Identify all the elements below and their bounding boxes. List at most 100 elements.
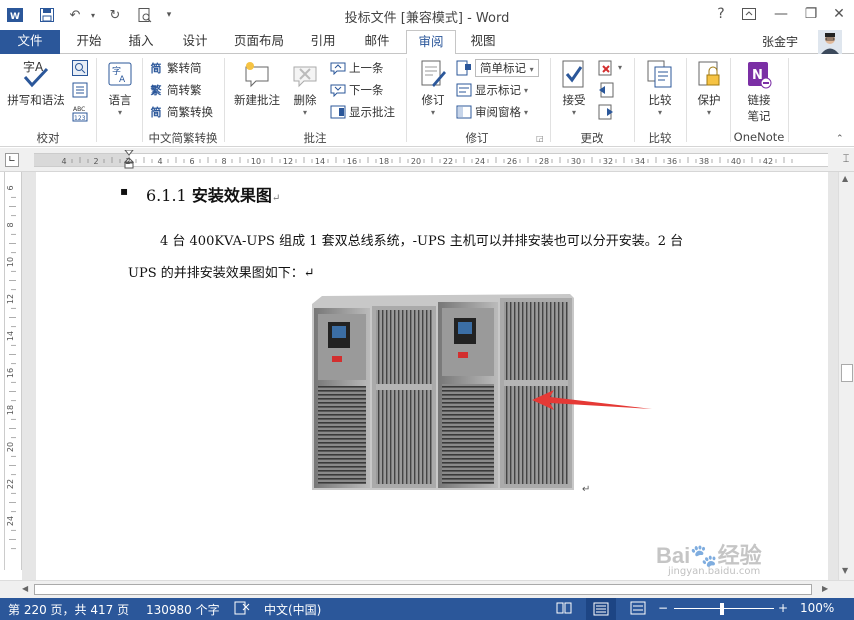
user-name[interactable]: 张金宇 [762, 33, 798, 50]
scroll-right-icon[interactable]: ▶ [822, 584, 828, 593]
vertical-scroll-thumb[interactable] [841, 364, 853, 382]
compare-button[interactable]: 比较 ▾ [640, 58, 680, 117]
body-line-2[interactable]: UPS 的并排安装效果图如下：↵ [128, 262, 315, 281]
paragraph-mark: ↵ [271, 193, 281, 204]
research-icon[interactable] [72, 60, 88, 76]
to-simplified-label: 繁转简 [167, 61, 202, 75]
restore-button[interactable]: ❐ [800, 4, 822, 24]
language-button[interactable]: 字A 语言 ▾ [100, 58, 140, 117]
svg-text:ABC: ABC [73, 106, 85, 113]
word-count[interactable]: 130980 个字 [146, 601, 220, 618]
zoom-level[interactable]: 100% [800, 601, 834, 615]
zoom-slider[interactable] [674, 608, 774, 609]
ruler-tick-label: 20 [6, 442, 15, 452]
proofing-status-icon[interactable] [234, 601, 250, 618]
show-markup-button[interactable]: 显示标记 ▾ [456, 80, 528, 100]
reject-icon[interactable] [598, 60, 614, 76]
scroll-down-icon[interactable]: ▼ [842, 566, 848, 575]
compare-dropdown-icon: ▾ [657, 108, 662, 117]
group-label-compare: 比较 [648, 131, 672, 145]
group-label-chinese: 中文简繁转换 [148, 131, 218, 145]
convert-label: 简繁转换 [167, 105, 213, 119]
accept-dropdown-icon: ▾ [571, 108, 576, 117]
track-changes-label: 修订 [421, 93, 445, 107]
convert-button[interactable]: 简 简繁转换 [148, 102, 214, 122]
spelling-check-icon: 字A [20, 58, 52, 90]
group-separator [788, 58, 789, 142]
scroll-up-icon[interactable]: ▲ [842, 174, 848, 183]
tab-layout[interactable]: 页面布局 [226, 30, 292, 54]
horizontal-scroll-thumb[interactable] [34, 584, 812, 595]
simple-markup-select[interactable]: 简单标记 ▾ [456, 58, 539, 78]
linked-notes-button[interactable]: N 链接 笔记 [736, 58, 782, 124]
show-comments-icon [330, 104, 346, 120]
document-page[interactable]: ▪ 6.1.1 安装效果图↵ 4 台 400KVA-UPS 组成 1 套双总线系… [36, 172, 828, 580]
read-mode-icon[interactable] [556, 601, 572, 618]
zoom-slider-thumb[interactable] [720, 603, 724, 615]
tab-insert[interactable]: 插入 [118, 30, 164, 54]
vertical-ruler[interactable]: 6 8 10 12 14 16 18 20 22 24 [4, 172, 22, 570]
previous-comment-button[interactable]: 上一条 [330, 58, 384, 78]
spelling-grammar-button[interactable]: 字A 拼写和语法 [4, 58, 68, 108]
minimize-button[interactable]: — [770, 4, 792, 24]
track-changes-button[interactable]: 修订 ▾ [414, 58, 452, 117]
next-change-icon[interactable] [598, 104, 614, 120]
ruler-tick-label: 10 [251, 157, 261, 166]
lock-icon [693, 58, 725, 90]
horizontal-scrollbar[interactable]: ◀ ▶ [0, 580, 854, 598]
thesaurus-icon[interactable] [72, 82, 88, 98]
help-button[interactable]: ? [710, 4, 732, 24]
ruler-tick-label: 12 [6, 294, 15, 304]
ruler-tick-label: 28 [539, 157, 549, 166]
linked-notes-label-2: 笔记 [747, 109, 771, 123]
ribbon-display-button[interactable] [738, 4, 760, 24]
tab-design[interactable]: 设计 [172, 30, 218, 54]
previous-comment-icon [330, 60, 346, 76]
delete-comment-icon [289, 58, 321, 90]
simple-markup-value[interactable]: 简单标记 ▾ [475, 59, 539, 77]
next-comment-button[interactable]: 下一条 [330, 80, 384, 100]
tab-file[interactable]: 文件 [0, 30, 60, 54]
scroll-left-icon[interactable]: ◀ [22, 584, 28, 593]
show-comments-button[interactable]: 显示批注 [330, 102, 395, 122]
avatar[interactable] [818, 30, 842, 54]
tracking-options-launcher-icon[interactable]: ◲ [536, 134, 544, 143]
tab-mailings[interactable]: 邮件 [354, 30, 400, 54]
previous-change-icon[interactable] [598, 82, 614, 98]
watermark-paw-icon: 🐾 [690, 543, 718, 568]
accept-button[interactable]: 接受 ▾ [556, 58, 592, 117]
zoom-out-icon[interactable]: − [658, 601, 668, 615]
tab-selector-icon[interactable]: ∟ [5, 153, 19, 167]
reject-dropdown-icon[interactable]: ▾ [618, 63, 622, 72]
tab-home[interactable]: 开始 [66, 30, 112, 54]
reviewing-pane-button[interactable]: 审阅窗格 ▾ [456, 102, 528, 122]
onenote-icon: N [743, 58, 775, 90]
language-status[interactable]: 中文(中国) [264, 601, 321, 618]
ruler-tick-label: 18 [6, 405, 15, 415]
markup-display-icon [456, 60, 472, 76]
horizontal-ruler[interactable]: 4 2 2 4 6 8 10 12 14 16 18 20 22 24 26 28 30 32 34 36 38 40 42 [34, 149, 828, 169]
print-layout-icon[interactable] [586, 598, 616, 620]
new-comment-button[interactable]: 新建批注 [228, 58, 286, 108]
web-layout-icon[interactable] [630, 601, 646, 618]
to-simplified-button[interactable]: 简 繁转简 [148, 58, 202, 78]
protect-button[interactable]: 保护 ▾ [690, 58, 728, 117]
group-label-onenote: OneNote [733, 130, 785, 144]
vertical-scrollbar[interactable]: ▲ ▼ [838, 172, 854, 580]
zoom-in-icon[interactable]: + [778, 601, 788, 615]
delete-comment-button[interactable]: 删除 ▾ [288, 58, 322, 117]
tab-references[interactable]: 引用 [300, 30, 346, 54]
language-icon: 字A [104, 58, 136, 90]
heading[interactable]: 6.1.1 安装效果图↵ [146, 182, 280, 206]
ruler-tick-label: 6 [189, 157, 194, 166]
tab-review[interactable]: 审阅 [406, 30, 456, 55]
close-button[interactable]: ✕ [828, 4, 850, 24]
word-count-icon[interactable]: ABC 123 [72, 104, 88, 122]
to-traditional-button[interactable]: 繁 简转繁 [148, 80, 202, 100]
tab-view[interactable]: 视图 [460, 30, 506, 54]
ruler-toggle-icon[interactable]: ⌶ [839, 152, 853, 166]
body-line-1[interactable]: 4 台 400KVA-UPS 组成 1 套双总线系统，-UPS 主机可以并排安装… [160, 230, 683, 249]
collapse-ribbon-icon[interactable]: ⌃ [836, 134, 844, 144]
ruler-tick-label: 2 [125, 157, 130, 166]
page-count[interactable]: 第 220 页，共 417 页 [8, 601, 129, 618]
